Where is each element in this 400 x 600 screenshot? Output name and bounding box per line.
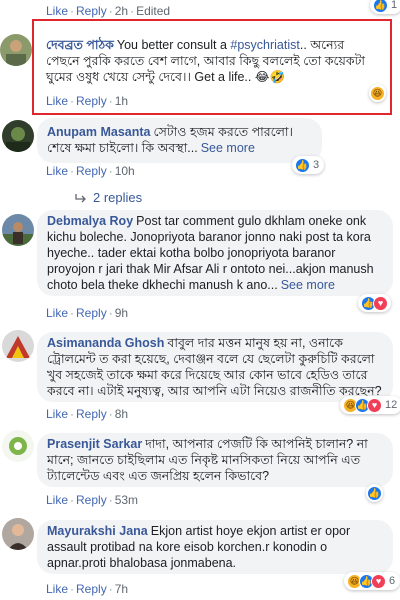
- comment-bubble: Prasenjit Sarkar দাদা, আপনার পেজটি কি আপন…: [37, 433, 393, 487]
- see-more-link[interactable]: See more: [281, 278, 335, 292]
- like-link[interactable]: Like: [46, 582, 68, 596]
- like-link[interactable]: Like: [46, 306, 68, 320]
- comment-author[interactable]: Debmalya Roy: [47, 214, 133, 228]
- reply-link[interactable]: Reply: [76, 4, 107, 18]
- reply-link[interactable]: Reply: [76, 306, 107, 320]
- timestamp[interactable]: 8h: [115, 407, 128, 421]
- love-reaction-icon: ♥: [373, 295, 388, 311]
- reaction-summary[interactable]: 👍 3: [292, 156, 325, 174]
- comment-meta: Like · Reply · 1h: [46, 94, 129, 108]
- timestamp[interactable]: 10h: [115, 164, 135, 178]
- haha-reaction-icon: 😆: [370, 85, 385, 101]
- reaction-summary[interactable]: 😆 👍 ♥ 6: [344, 572, 400, 590]
- reaction-count: 1: [391, 0, 398, 11]
- timestamp[interactable]: 7h: [115, 582, 128, 596]
- hashtag-link[interactable]: #psychriatist: [230, 38, 299, 52]
- comment-author[interactable]: Anupam Masanta: [47, 125, 151, 139]
- avatar[interactable]: [2, 430, 34, 462]
- comment-meta: Like · Reply · 7h: [46, 582, 129, 596]
- like-reaction-icon: 👍: [367, 485, 382, 501]
- reply-link[interactable]: Reply: [76, 407, 107, 421]
- avatar[interactable]: [0, 34, 32, 66]
- reaction-count: 3: [313, 159, 320, 171]
- timestamp[interactable]: 1h: [115, 94, 128, 108]
- like-link[interactable]: Like: [46, 493, 68, 507]
- comment-bubble: দেবব্রত পাঠক You better consult a #psychr…: [38, 34, 388, 88]
- like-reaction-icon: 👍: [373, 0, 388, 13]
- edited-label[interactable]: Edited: [136, 4, 170, 18]
- reaction-summary[interactable]: 😆: [369, 84, 386, 102]
- like-reaction-icon: 👍: [295, 157, 310, 173]
- love-reaction-icon: ♥: [367, 397, 382, 413]
- reaction-summary[interactable]: 👍 1: [370, 0, 400, 14]
- see-more-link[interactable]: See more: [201, 141, 255, 155]
- comment-meta: Like · Reply · 53m: [46, 493, 139, 507]
- reply-link[interactable]: Reply: [76, 164, 107, 178]
- reaction-summary[interactable]: 😆 👍 ♥ 12: [340, 396, 400, 414]
- timestamp[interactable]: 53m: [115, 493, 138, 507]
- like-link[interactable]: Like: [46, 94, 68, 108]
- reply-link[interactable]: Reply: [76, 493, 107, 507]
- replies-count-label[interactable]: 2 replies: [93, 190, 142, 205]
- comment-bubble: Asimananda Ghosh বাবুল দার মত্তন মানুষ হয…: [37, 332, 393, 402]
- reply-arrow-icon: [75, 193, 86, 202]
- love-reaction-icon: ♥: [371, 573, 386, 589]
- timestamp[interactable]: 9h: [115, 306, 128, 320]
- comment-meta: Like · Reply · 8h: [46, 407, 129, 421]
- comment-author[interactable]: Mayurakshi Jana: [47, 524, 148, 538]
- reply-link[interactable]: Reply: [76, 582, 107, 596]
- view-replies-link[interactable]: 2 replies: [75, 190, 142, 205]
- comment-author[interactable]: Prasenjit Sarkar: [47, 437, 142, 451]
- comment-bubble: Debmalya Roy Post tar comment gulo dkhlam…: [37, 210, 393, 296]
- like-link[interactable]: Like: [46, 4, 68, 18]
- reaction-summary[interactable]: 👍 ♥: [358, 294, 391, 312]
- comment-meta: Like · Reply · 10h: [46, 164, 135, 178]
- avatar[interactable]: [2, 518, 34, 550]
- comment-bubble: Anupam Masanta সেটাও হজম করতে পারলো। শেষে…: [37, 118, 322, 163]
- previous-comment-meta: Like · Reply · 2h · Edited: [46, 4, 171, 18]
- comment-bubble: Mayurakshi Jana Ekjon artist hoye ekjon a…: [37, 520, 393, 574]
- reaction-summary[interactable]: 👍: [366, 484, 383, 502]
- timestamp[interactable]: 2h: [115, 4, 128, 18]
- reaction-count: 6: [389, 575, 396, 587]
- comment-author[interactable]: দেবব্রত পাঠক: [46, 38, 114, 52]
- reply-link[interactable]: Reply: [76, 94, 107, 108]
- avatar[interactable]: [2, 120, 34, 152]
- avatar[interactable]: [2, 214, 34, 246]
- like-link[interactable]: Like: [46, 407, 68, 421]
- avatar[interactable]: [2, 330, 34, 362]
- reaction-count: 12: [385, 399, 398, 411]
- comment-text: You better consult a: [116, 38, 231, 52]
- comment-author[interactable]: Asimananda Ghosh: [47, 336, 164, 350]
- like-link[interactable]: Like: [46, 164, 68, 178]
- comment-meta: Like · Reply · 9h: [46, 306, 129, 320]
